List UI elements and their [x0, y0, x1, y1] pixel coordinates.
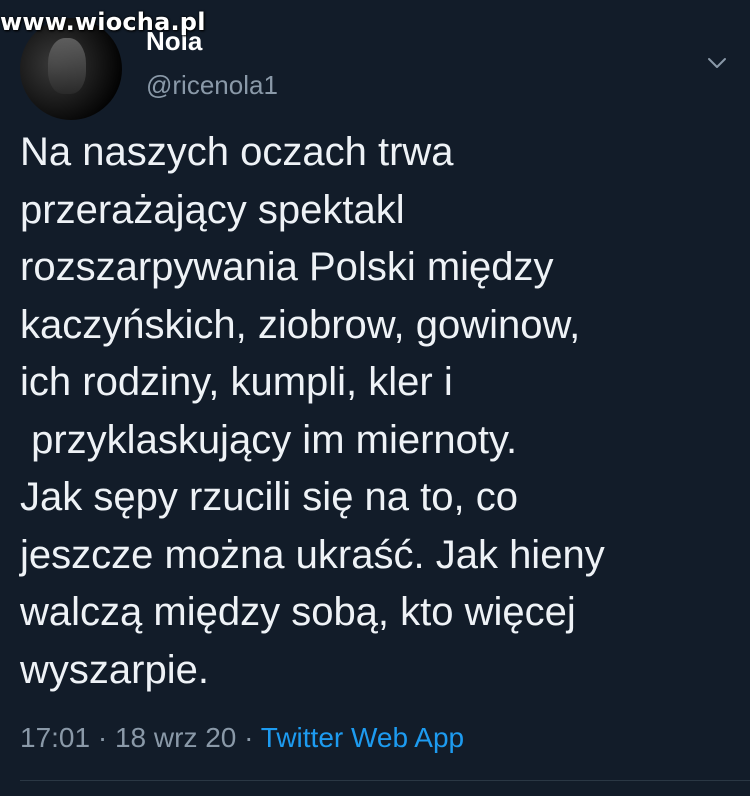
watermark: www.wiocha.pl	[0, 8, 206, 36]
tweet-text-line: ich rodziny, kumpli, kler i	[20, 360, 453, 404]
tweet-meta: 17:01 · 18 wrz 20 · Twitter Web App	[20, 722, 464, 754]
tweet-text-line: przyklaskujący im miernoty.	[20, 417, 518, 462]
meta-separator: ·	[90, 722, 115, 753]
source-app-link[interactable]: Twitter Web App	[261, 722, 464, 753]
tweet-text: Na naszych oczach trwa przerażający spek…	[20, 124, 732, 699]
tweet-time[interactable]: 17:01	[20, 722, 90, 753]
tweet-text-line: rozszarpywania Polski między	[20, 245, 554, 289]
divider	[20, 780, 750, 781]
tweet-text-line: wyszarpie.	[20, 647, 209, 692]
tweet-text-line: przerażający spektakl	[20, 187, 405, 232]
chevron-down-icon[interactable]	[706, 52, 728, 74]
tweet-text-line: Na naszych oczach trwa	[20, 130, 454, 174]
tweet-text-line: jeszcze można ukraść. Jak hieny	[20, 532, 605, 577]
tweet-text-line: kaczyńskich, ziobrow, gowinow,	[20, 302, 581, 347]
tweet-text-line: walczą między sobą, kto więcej	[20, 590, 576, 634]
avatar-image	[48, 38, 86, 94]
meta-separator: ·	[236, 722, 261, 753]
tweet-screenshot: www.wiocha.pl Nola @ricenola1 Na naszych…	[0, 0, 750, 796]
tweet-date[interactable]: 18 wrz 20	[115, 722, 236, 753]
user-handle[interactable]: @ricenola1	[146, 70, 278, 101]
tweet-text-line: Jak sępy rzucili się na to, co	[20, 475, 518, 519]
